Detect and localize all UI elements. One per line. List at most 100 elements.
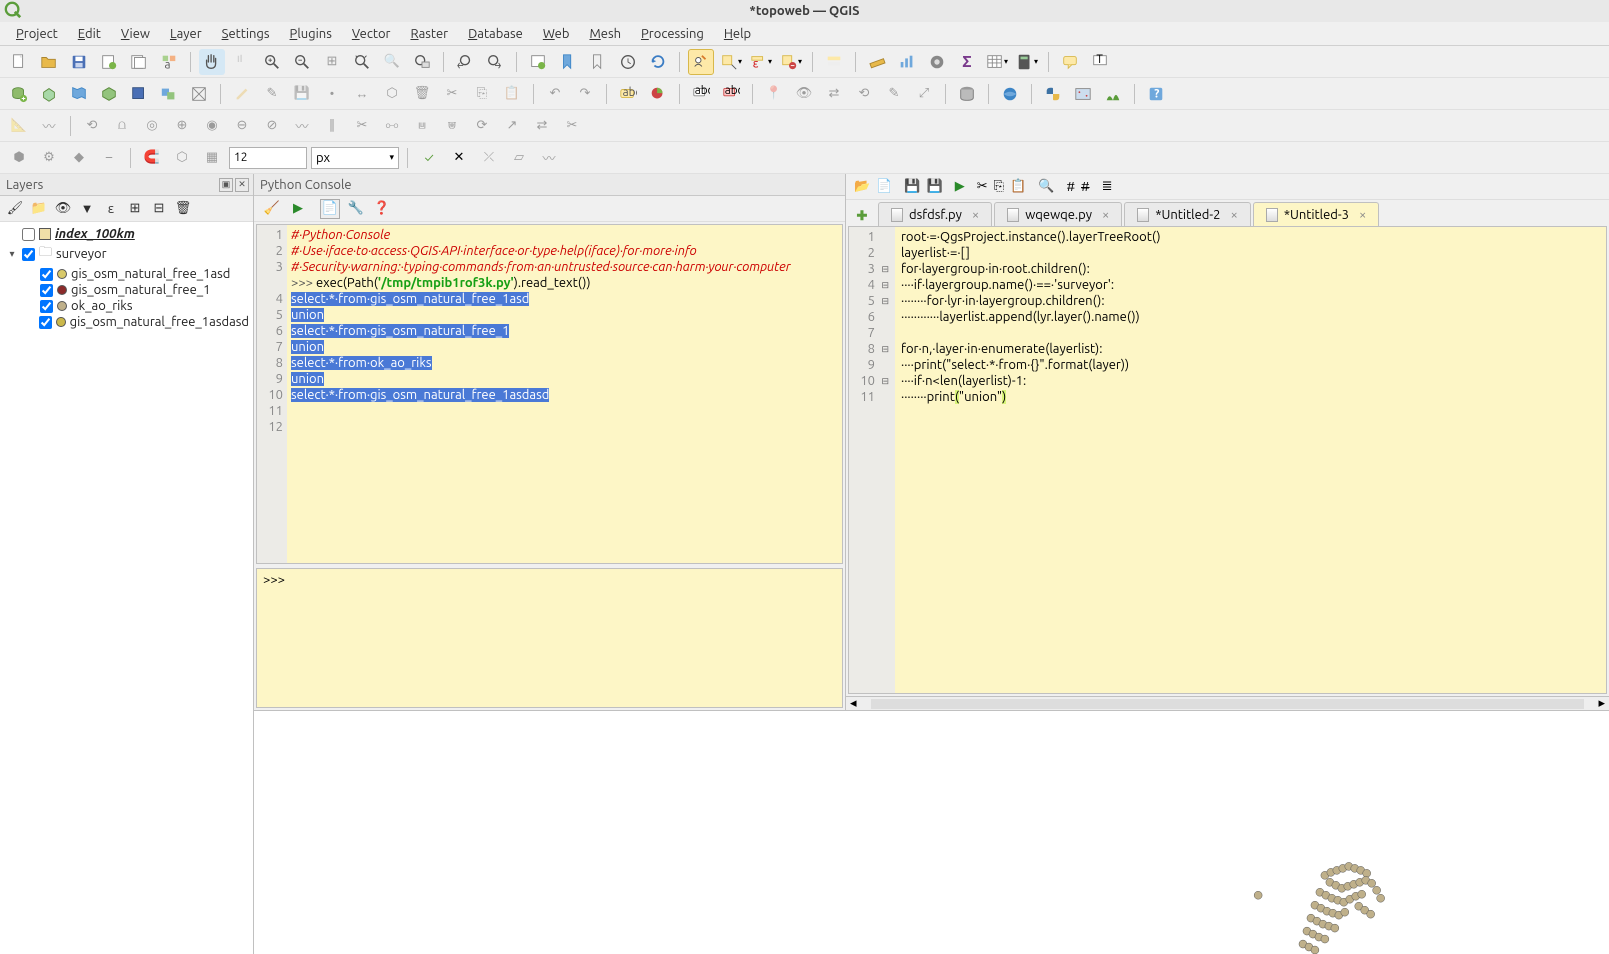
pin-label-button[interactable]: 📍 xyxy=(761,81,787,107)
editor-uncomment-button[interactable]: # xyxy=(1081,180,1090,194)
move-label-button[interactable]: ⇄ xyxy=(821,81,847,107)
layer-checkbox[interactable] xyxy=(40,284,53,297)
editor-copy-button[interactable]: ⎘ xyxy=(994,179,1004,194)
menu-edit[interactable]: Edit xyxy=(70,25,109,43)
layer-collapse-button[interactable]: ⊟ xyxy=(150,200,168,218)
menu-vector[interactable]: Vector xyxy=(344,25,399,43)
menu-database[interactable]: Database xyxy=(460,25,531,43)
layer-item[interactable]: gis_osm_natural_free_1asdasd xyxy=(2,314,251,330)
snap-unit-combo[interactable]: px▾ xyxy=(311,147,399,169)
paste-button[interactable]: 📋 xyxy=(499,81,525,107)
delete-button[interactable]: 🗑 xyxy=(409,81,435,107)
layer-filter-button[interactable]: ▼ xyxy=(78,200,96,218)
console-help-button[interactable]: ❓ xyxy=(372,199,392,219)
menu-help[interactable]: Help xyxy=(716,25,759,43)
fill-ring-button[interactable]: ◉ xyxy=(199,113,225,139)
console-output[interactable]: 123 456789101112 #·Python·Console#·Use·i… xyxy=(256,224,843,564)
maptips-button[interactable] xyxy=(1057,49,1083,75)
zoom-native-button[interactable]: ⊞ xyxy=(319,49,345,75)
editor-hscroll[interactable]: ◂▸ xyxy=(846,696,1609,710)
snap-tolerance-input[interactable] xyxy=(229,147,307,169)
new-bookmark-button[interactable] xyxy=(555,49,581,75)
cad-button[interactable]: 📐 xyxy=(6,113,32,139)
snap-topology-button[interactable]: ⬡ xyxy=(169,145,195,171)
zoom-out-button[interactable] xyxy=(289,49,315,75)
zoom-layer-button[interactable] xyxy=(409,49,435,75)
menu-layer[interactable]: Layer xyxy=(162,25,210,43)
snap-area-button[interactable]: ▱ xyxy=(506,145,532,171)
python-console-button[interactable] xyxy=(1040,81,1066,107)
add-ring-button[interactable]: ◎ xyxy=(139,113,165,139)
layout-manager-button[interactable] xyxy=(126,49,152,75)
editor-object-button[interactable]: ≣ xyxy=(1102,179,1113,194)
snap-self-button[interactable]: ⤫ xyxy=(476,145,502,171)
delete-part-button[interactable]: ⊘ xyxy=(259,113,285,139)
zoom-next-button[interactable] xyxy=(482,49,508,75)
select-button[interactable]: ▾ xyxy=(718,49,744,75)
layer-checkbox[interactable] xyxy=(39,316,52,329)
label-highlight-button[interactable]: abc xyxy=(718,81,744,107)
style-manager-button[interactable]: a xyxy=(156,49,182,75)
metasearch-button[interactable] xyxy=(997,81,1023,107)
db-manager-button[interactable] xyxy=(954,81,980,107)
layers-close-button[interactable]: ✕ xyxy=(235,178,249,192)
layer-expression-button[interactable]: ε xyxy=(102,200,120,218)
layer-checkbox[interactable] xyxy=(40,300,53,313)
console-settings-button[interactable]: 🔧 xyxy=(346,199,366,219)
simplify-button[interactable]: ⩍ xyxy=(109,113,135,139)
identify-button[interactable] xyxy=(688,49,714,75)
menu-settings[interactable]: Settings xyxy=(214,25,278,43)
new-spatialite-button[interactable] xyxy=(96,81,122,107)
snap-tracing-button[interactable]: 〰 xyxy=(536,145,562,171)
snap-enable-button[interactable]: ⬢ xyxy=(6,145,32,171)
merge-features-button[interactable]: ⩏ xyxy=(409,113,435,139)
menu-view[interactable]: View xyxy=(113,25,158,43)
menu-plugins[interactable]: Plugins xyxy=(282,25,340,43)
console-input[interactable]: >>> xyxy=(256,568,843,708)
zoom-full-button[interactable] xyxy=(349,49,375,75)
new-mesh-button[interactable] xyxy=(186,81,212,107)
new-virtual-layer-button[interactable] xyxy=(156,81,182,107)
undo-button[interactable]: ↶ xyxy=(542,81,568,107)
change-label-button[interactable]: ✎ xyxy=(881,81,907,107)
edit-current-button[interactable]: ✎ xyxy=(259,81,285,107)
show-hide-label-button[interactable]: 👁 xyxy=(791,81,817,107)
menu-web[interactable]: Web xyxy=(535,25,578,43)
cut-button[interactable]: ✂ xyxy=(439,81,465,107)
map-canvas[interactable] xyxy=(254,710,1609,954)
help-button[interactable]: ? xyxy=(1143,81,1169,107)
trace-button[interactable]: 〰 xyxy=(36,113,62,139)
editor-cut-button[interactable]: ✂ xyxy=(977,179,988,194)
delete-ring-button[interactable]: ⊖ xyxy=(229,113,255,139)
open-project-button[interactable] xyxy=(36,49,62,75)
editor-paste-button[interactable]: 📋 xyxy=(1010,179,1026,194)
tab-close-button[interactable]: × xyxy=(1230,208,1237,222)
snap-config-button[interactable]: ⚙ xyxy=(36,145,62,171)
layer-add-group-button[interactable]: 📁 xyxy=(30,200,48,218)
topology-checker-button[interactable]: ✓ xyxy=(416,145,442,171)
editor-save-button[interactable]: 💾 xyxy=(904,179,920,194)
editor-saveas-button[interactable]: 💾 xyxy=(927,179,943,194)
edit-toggle-button[interactable] xyxy=(229,81,255,107)
editor-comment-button[interactable]: # xyxy=(1066,180,1075,194)
editor-tab[interactable]: *Untitled-2× xyxy=(1124,202,1250,226)
select-by-value-button[interactable]: ε▾ xyxy=(748,49,774,75)
menu-processing[interactable]: Processing xyxy=(633,25,712,43)
new-shapefile-button[interactable] xyxy=(66,81,92,107)
snap-segment-button[interactable]: ⎯ xyxy=(96,145,122,171)
rotate-feature-button[interactable]: ⟲ xyxy=(79,113,105,139)
temporal-button[interactable] xyxy=(615,49,641,75)
grass-button[interactable] xyxy=(1100,81,1126,107)
bookmarks-button[interactable] xyxy=(585,49,611,75)
layers-detach-button[interactable]: ▣ xyxy=(219,178,233,192)
editor-tab[interactable]: dsfdsf.py× xyxy=(878,202,992,226)
zoom-selection-button[interactable]: 🔍 xyxy=(379,49,405,75)
layer-item[interactable]: ok_ao_riks xyxy=(2,298,251,314)
new-temp-layer-button[interactable] xyxy=(126,81,152,107)
pan-to-selection-button[interactable] xyxy=(229,49,255,75)
new-geopackage-button[interactable] xyxy=(36,81,62,107)
annotation-button[interactable]: T xyxy=(1087,49,1113,75)
offset-symbols-button[interactable]: ↗ xyxy=(499,113,525,139)
menu-mesh[interactable]: Mesh xyxy=(581,25,629,43)
editor-run-button[interactable]: ▶ xyxy=(955,179,965,194)
